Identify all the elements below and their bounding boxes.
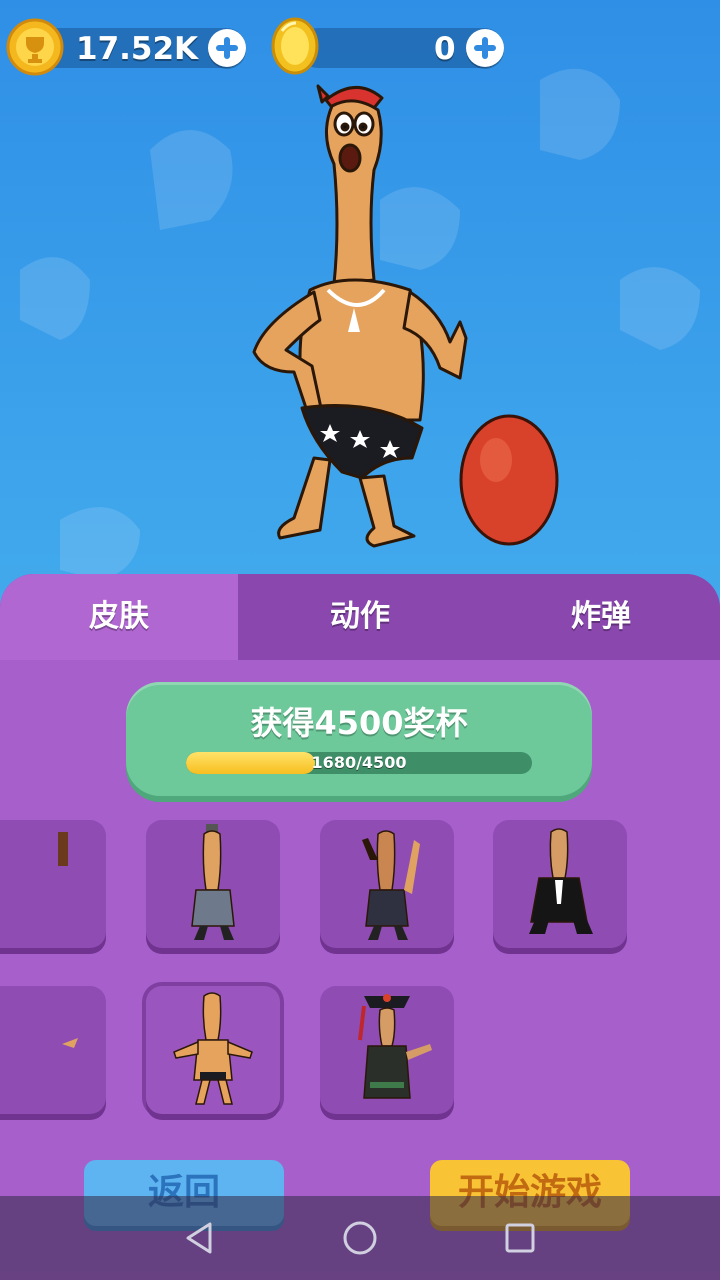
skin-thumbnail (362, 830, 420, 940)
reward-title: 获得4500奖杯 (250, 704, 468, 742)
trophy-coin-icon (6, 18, 64, 76)
skin-slot-black-suit[interactable] (493, 820, 627, 948)
tab-actions[interactable]: 动作 (238, 574, 482, 660)
skin-thumbnail (358, 994, 432, 1099)
recents-nav-icon[interactable] (502, 1220, 538, 1256)
skin-thumbnail (62, 1038, 78, 1048)
skin-thumbnail (529, 828, 593, 934)
skin-slot-partial-1[interactable] (0, 820, 106, 948)
gold-coin-icon (271, 17, 319, 75)
skin-thumbnail (191, 824, 235, 940)
add-trophies-button[interactable] (208, 29, 246, 67)
skin-slot-dark-suit[interactable] (320, 820, 454, 948)
skin-thumbnail (58, 832, 68, 866)
skin-slot-partial-2[interactable] (0, 986, 106, 1114)
home-nav-icon[interactable] (342, 1220, 378, 1256)
customization-panel: 皮肤 动作 炸弹 获得4500奖杯 1680/4500 返回 开始游戏 (0, 574, 720, 1280)
back-nav-icon[interactable] (182, 1220, 218, 1256)
reward-progress-text: 1680/4500 (311, 753, 407, 772)
skin-slot-qing-official[interactable] (320, 986, 454, 1114)
reward-progress-bar: 1680/4500 (186, 752, 532, 774)
trophies-value: 17.52K (76, 31, 199, 67)
tab-skins[interactable]: 皮肤 (0, 574, 238, 660)
egg-bomb-preview (459, 414, 559, 546)
tab-bombs[interactable]: 炸弹 (482, 574, 720, 660)
skin-thumbnail (173, 992, 253, 1105)
system-navigation-bar (0, 1196, 720, 1280)
skin-slot-default-selected[interactable] (146, 986, 280, 1114)
reward-progress-card: 获得4500奖杯 1680/4500 (126, 682, 592, 796)
coins-value: 0 (434, 31, 456, 67)
add-coins-button[interactable] (466, 29, 504, 67)
skin-slot-gray-suit[interactable] (146, 820, 280, 948)
